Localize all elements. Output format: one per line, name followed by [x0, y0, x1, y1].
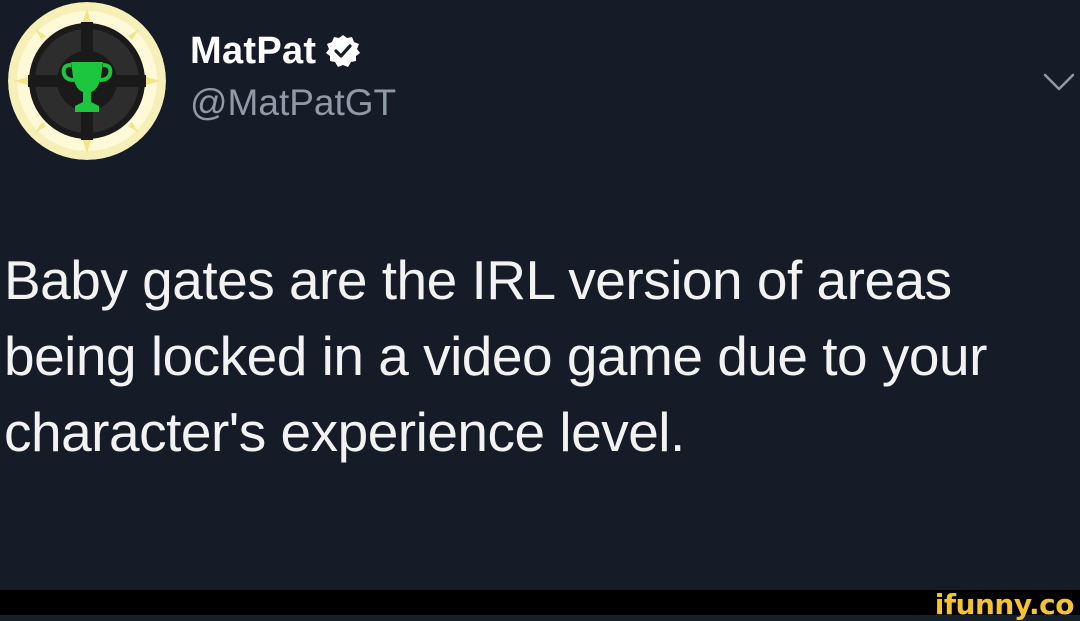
- watermark-bar: [0, 590, 1080, 615]
- author-handle[interactable]: @MatPatGT: [190, 82, 396, 124]
- author-display-name[interactable]: MatPat: [190, 30, 316, 73]
- ifunny-watermark: ifunny.co: [934, 588, 1075, 621]
- tweet-text: Baby gates are the IRL version of areas …: [4, 249, 987, 463]
- author-name-row: MatPat: [190, 26, 361, 76]
- verified-badge-icon: [326, 34, 361, 68]
- game-theory-logo-icon: [8, 2, 166, 160]
- tweet-card: MatPat @MatPatGT Baby gates are the IRL …: [0, 0, 1080, 621]
- chevron-down-icon[interactable]: [1042, 70, 1076, 94]
- avatar[interactable]: [8, 2, 166, 160]
